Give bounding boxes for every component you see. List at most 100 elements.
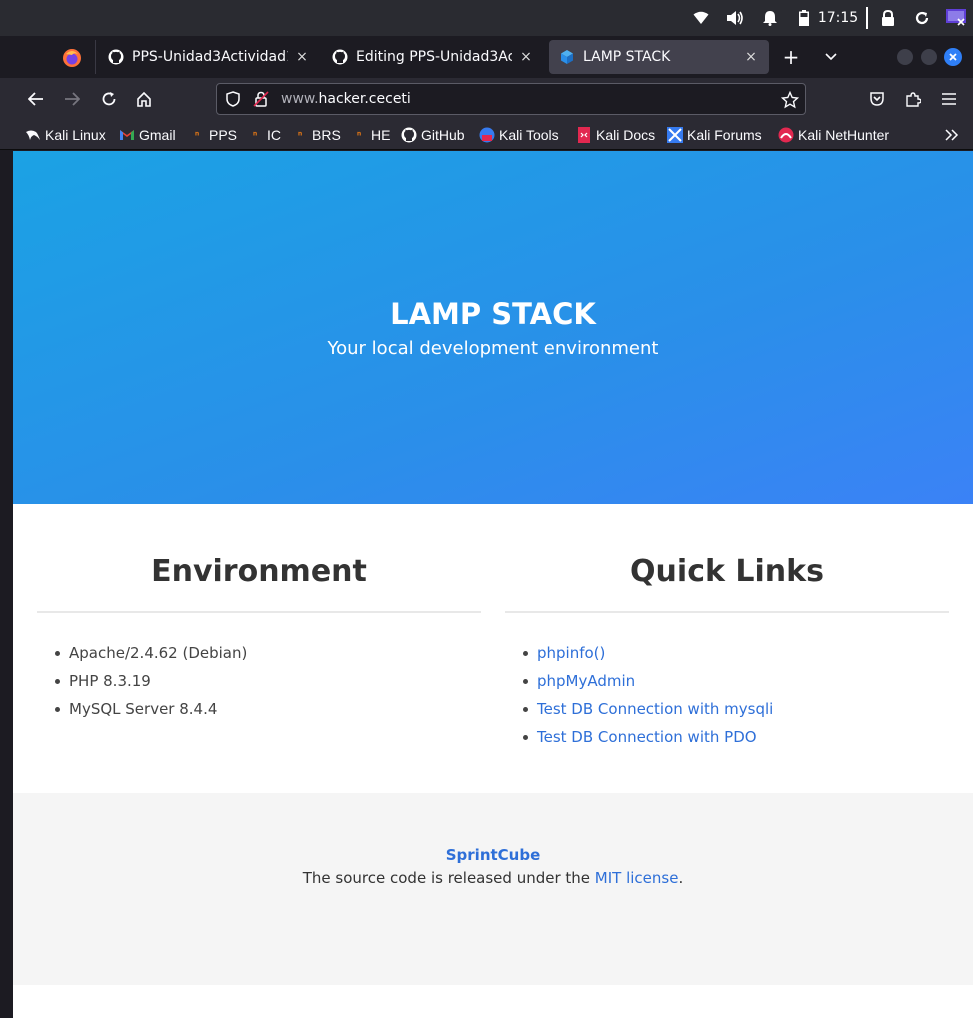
gmail-icon — [119, 127, 135, 143]
tab-title: LAMP STACK — [583, 49, 671, 65]
tab-lamp-stack[interactable]: LAMP STACK × — [549, 40, 769, 74]
bookmark-kali-forums[interactable]: Kali Forums — [667, 125, 762, 145]
page-footer: SprintCube The source code is released u… — [13, 793, 973, 985]
tab-close-button[interactable]: × — [294, 49, 310, 65]
bookmark-label: Kali Tools — [499, 127, 559, 143]
phpinfo-link[interactable]: phpinfo() — [537, 644, 605, 662]
quick-links-heading: Quick Links — [630, 554, 824, 589]
pocket-icon[interactable] — [863, 86, 891, 112]
home-icon[interactable] — [130, 86, 158, 112]
nethunter-icon — [778, 127, 794, 143]
new-tab-icon[interactable]: + — [780, 45, 802, 69]
tab-list-chevron-down-icon[interactable] — [820, 46, 842, 68]
kali-forums-icon — [667, 127, 683, 143]
list-item: Test DB Connection with PDO — [521, 723, 773, 751]
kali-icon — [25, 127, 41, 143]
hero-title: LAMP STACK — [390, 297, 596, 331]
reload-icon[interactable] — [95, 86, 123, 112]
minimize-button[interactable] — [897, 49, 913, 65]
url-domain: hacker.ceceti — [318, 91, 411, 107]
environment-divider — [37, 611, 481, 613]
bookmark-star-icon[interactable] — [781, 91, 799, 109]
bookmark-brs[interactable]: ⁿ BRS — [292, 125, 341, 145]
tab-pps-unidad3[interactable]: PPS-Unidad3Actividad12- × — [98, 40, 320, 74]
list-item: phpinfo() — [521, 639, 773, 667]
moodle-icon: ⁿ — [252, 129, 258, 141]
list-item: Apache/2.4.62 (Debian) — [53, 639, 247, 667]
tab-separator — [95, 40, 96, 74]
url-prefix: www. — [281, 91, 319, 107]
bookmark-gmail[interactable]: Gmail — [119, 125, 176, 145]
kali-tools-icon — [479, 127, 495, 143]
lock-icon[interactable] — [878, 8, 898, 28]
bookmark-kali-linux[interactable]: Kali Linux — [25, 125, 106, 145]
window-edge — [0, 151, 13, 1018]
tab-close-button[interactable]: × — [743, 49, 759, 65]
mit-license-link[interactable]: MIT license — [595, 869, 679, 887]
license-prefix: The source code is released under the — [302, 869, 595, 887]
bookmark-kali-docs[interactable]: Kali Docs — [576, 125, 655, 145]
license-suffix: . — [678, 869, 684, 887]
refresh-session-icon[interactable] — [912, 8, 932, 28]
test-pdo-link[interactable]: Test DB Connection with PDO — [537, 728, 757, 746]
bookmark-label: Kali Forums — [687, 127, 762, 143]
forward-arrow-icon[interactable] — [58, 86, 86, 112]
system-top-bar: 17:15 — [0, 0, 973, 36]
url-text[interactable]: www.hacker.ceceti — [281, 91, 411, 107]
maximize-button[interactable] — [921, 49, 937, 65]
list-item: phpMyAdmin — [521, 667, 773, 695]
license-text: The source code is released under the MI… — [13, 869, 973, 887]
tab-title: Editing PPS-Unidad3Activi — [356, 49, 512, 65]
phpmyadmin-link[interactable]: phpMyAdmin — [537, 672, 635, 690]
quick-links-list: phpinfo() phpMyAdmin Test DB Connection … — [521, 639, 773, 751]
hamburger-menu-icon[interactable] — [935, 86, 963, 112]
github-icon — [108, 49, 124, 65]
bookmark-label: Kali NetHunter — [798, 127, 890, 143]
bookmark-kali-nethunter[interactable]: Kali NetHunter — [778, 125, 889, 145]
kali-docs-icon — [576, 127, 592, 143]
shield-icon[interactable] — [225, 91, 241, 107]
list-item: Test DB Connection with mysqli — [521, 695, 773, 723]
tab-close-button[interactable]: × — [518, 49, 534, 65]
close-window-icon[interactable] — [944, 48, 962, 66]
divider — [866, 7, 868, 29]
bookmark-ic[interactable]: ⁿ IC — [247, 125, 281, 145]
quick-links-divider — [505, 611, 949, 613]
volume-icon[interactable] — [724, 8, 746, 28]
github-icon — [401, 127, 417, 143]
clock[interactable]: 17:15 — [818, 8, 858, 28]
url-bar[interactable]: www.hacker.ceceti — [216, 83, 806, 115]
extensions-puzzle-icon[interactable] — [899, 86, 927, 112]
bookmark-pps[interactable]: ⁿ PPS — [189, 125, 237, 145]
list-item: MySQL Server 8.4.4 — [53, 695, 247, 723]
environment-list: Apache/2.4.62 (Debian) PHP 8.3.19 MySQL … — [53, 639, 247, 723]
moodle-icon: ⁿ — [297, 129, 303, 141]
bookmarks-overflow-chevron-icon[interactable] — [943, 126, 961, 144]
bookmark-github[interactable]: GitHub — [401, 125, 465, 145]
cube-icon — [559, 49, 575, 65]
test-mysqli-link[interactable]: Test DB Connection with mysqli — [537, 700, 773, 718]
bookmark-label: Kali Linux — [45, 127, 106, 143]
tab-bar: PPS-Unidad3Actividad12- × Editing PPS-Un… — [0, 36, 973, 78]
tab-title: PPS-Unidad3Actividad12- — [132, 49, 288, 65]
firefox-menu-icon[interactable] — [62, 48, 82, 68]
back-arrow-icon[interactable] — [22, 86, 50, 112]
wifi-icon[interactable] — [690, 8, 712, 28]
bookmark-label: HE — [371, 127, 391, 143]
insecure-lock-icon[interactable] — [253, 91, 269, 107]
bookmark-he[interactable]: ⁿ HE — [351, 125, 391, 145]
bookmark-label: BRS — [312, 127, 341, 143]
battery-icon[interactable] — [794, 8, 814, 28]
screen-icon[interactable] — [945, 8, 967, 28]
bookmark-kali-tools[interactable]: Kali Tools — [479, 125, 559, 145]
moodle-icon: ⁿ — [356, 129, 362, 141]
github-icon — [332, 49, 348, 65]
tab-editing-pps[interactable]: Editing PPS-Unidad3Activi × — [322, 40, 544, 74]
hero-banner: LAMP STACK Your local development enviro… — [13, 151, 973, 504]
environment-heading: Environment — [151, 554, 367, 589]
bookmarks-toolbar: Kali Linux Gmail ⁿ PPS ⁿ IC ⁿ BRS ⁿ HE G… — [0, 120, 973, 150]
web-page: LAMP STACK Your local development enviro… — [13, 151, 973, 1018]
footer-brand-link[interactable]: SprintCube — [13, 846, 973, 864]
bookmark-label: Gmail — [139, 127, 176, 143]
notification-bell-icon[interactable] — [759, 8, 781, 28]
